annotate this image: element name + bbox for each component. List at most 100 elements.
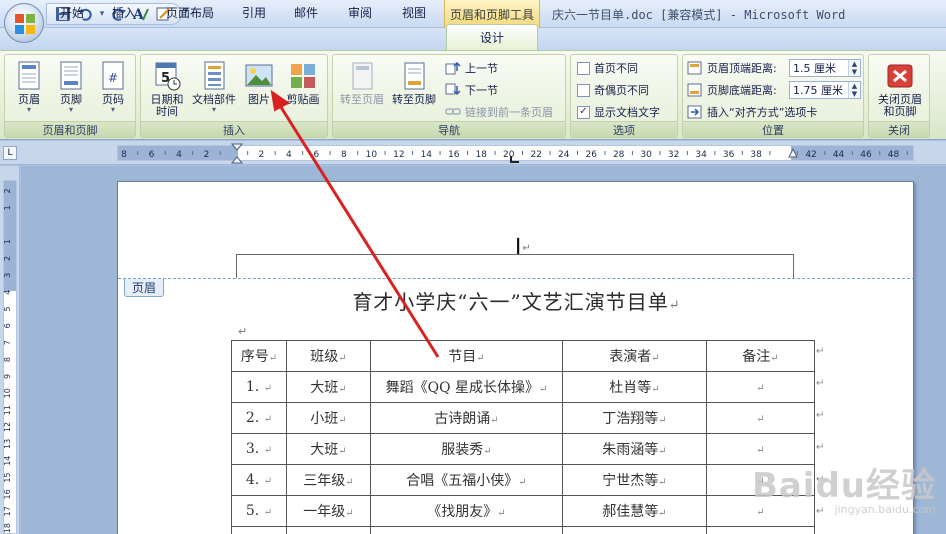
table-row: 4. ↵ 三年级↵ 合唱《五福小侠》↵ 宁世杰等↵ ↵ [231, 464, 815, 496]
header-button[interactable]: 页眉 ▾ [9, 60, 49, 120]
tab-review[interactable]: 审阅 [340, 2, 380, 22]
spin-down-icon[interactable]: ▼ [852, 68, 857, 76]
cell-performer[interactable]: 杜肖等↵ [562, 371, 707, 403]
cell-class[interactable]: 小班↵ [286, 402, 371, 434]
cell-number[interactable] [231, 526, 287, 534]
page-number-button[interactable]: # 页码 ▾ [93, 60, 133, 120]
cell-program[interactable]: 服装秀↵ [370, 433, 563, 465]
header-dropdown-icon: ▾ [26, 105, 31, 114]
cell-class[interactable]: 大班↵ [286, 433, 371, 465]
spin-up-icon[interactable]: ▲ [852, 82, 857, 90]
cell-performer[interactable]: 朱雨涵等↵ [562, 433, 707, 465]
tab-mailings[interactable]: 邮件 [286, 2, 326, 22]
tab-page-layout[interactable]: 页面布局 [158, 2, 222, 22]
tab-insert[interactable]: 插入 [104, 2, 144, 22]
cell-program[interactable] [370, 526, 563, 534]
vertical-ruler-track: 21123456789101112131415161718 [3, 180, 17, 534]
header-top-spin-arrows[interactable]: ▲ ▼ [848, 60, 860, 76]
cell-performer[interactable]: 宁世杰等↵ [562, 464, 707, 496]
document-parts-icon [204, 61, 225, 90]
header-top-spinner[interactable]: 1.5 厘米 ▲ ▼ [789, 59, 861, 77]
program-table[interactable]: 序号↵ 班级↵ 节目↵ 表演者↵ 备注↵ 1. ↵ 大班↵ 舞蹈《QQ 星成长体… [231, 340, 815, 534]
insert-picture-button[interactable]: 图片 [241, 60, 277, 120]
cell-number[interactable]: 3. ↵ [231, 433, 287, 465]
cell-performer[interactable]: 郝佳慧等↵ [562, 495, 707, 527]
cell-number[interactable]: 1. ↵ [231, 371, 287, 403]
different-odd-even-checkbox[interactable] [577, 83, 590, 97]
cell-class[interactable]: 三年级↵ [286, 464, 371, 496]
goto-footer-button[interactable]: 转至页脚 [389, 60, 439, 120]
alignment-tab-icon [687, 105, 702, 119]
cell-notes[interactable]: ↵ [706, 402, 815, 434]
cell-notes[interactable]: ↵ [706, 371, 815, 403]
column-header-notes[interactable]: 备注↵ [706, 340, 815, 372]
vertical-ruler-tick-label: 2 [4, 256, 12, 261]
cell-number[interactable]: 4. ↵ [231, 464, 287, 496]
indent-marker-icon[interactable] [231, 143, 243, 165]
tab-stop-marker-icon[interactable] [510, 155, 520, 163]
cell-program[interactable]: 《找朋友》↵ [370, 495, 563, 527]
cell-performer[interactable] [562, 526, 707, 534]
vertical-ruler-tick-label: 5 [4, 306, 12, 311]
goto-header-button[interactable]: 转至页眉 [337, 60, 387, 120]
ruler-tick-label: 4 [286, 150, 292, 160]
right-indent-marker-icon[interactable] [788, 147, 798, 163]
cell-class[interactable]: 大班↵ [286, 371, 371, 403]
footer-bottom-spin-arrows[interactable]: ▲ ▼ [848, 82, 860, 98]
next-section-button[interactable]: 下一节 [445, 81, 498, 99]
vertical-ruler[interactable]: 21123456789101112131415161718 [0, 166, 20, 534]
date-time-button[interactable]: 5 日期和 时间 [145, 60, 189, 120]
document-title[interactable]: 育才小学庆“六一”文艺汇演节目单↵ [118, 286, 915, 315]
ruler-tick-label: 22 [531, 150, 542, 160]
previous-section-button[interactable]: 上一节 [445, 59, 498, 77]
header-top-value[interactable]: 1.5 厘米 [793, 60, 836, 76]
tab-design[interactable]: 设计 [446, 24, 538, 50]
different-odd-even-option[interactable]: 奇偶页不同 [577, 81, 649, 99]
close-header-footer-label-2: 和页脚 [883, 105, 917, 118]
clip-art-button[interactable]: 剪贴画 [281, 60, 325, 120]
quick-parts-button[interactable]: 文档部件 ▾ [191, 60, 237, 120]
row-end-mark: ↵ [816, 410, 825, 421]
footer-bottom-value[interactable]: 1.75 厘米 [793, 82, 843, 98]
vertical-ruler-tick-label: 2 [4, 188, 12, 193]
ruler-tick-label: 8 [121, 150, 127, 160]
link-to-previous-label: 链接到前一条页眉 [465, 106, 553, 119]
watermark-brand: Baidu经验 [751, 466, 936, 506]
window-title: 庆六一节目单.doc [兼容模式] - Microsoft Word [552, 8, 846, 22]
column-header-class[interactable]: 班级↵ [286, 340, 371, 372]
different-first-page-checkbox[interactable] [577, 61, 590, 75]
cell-class[interactable]: 一年级↵ [286, 495, 371, 527]
tab-view[interactable]: 视图 [394, 2, 434, 22]
footer-bottom-distance: 页脚底端距离: [687, 81, 777, 99]
cell-program[interactable]: 舞蹈《QQ 星成长体操》↵ [370, 371, 563, 403]
header-cursor: ┃↵ [514, 239, 531, 255]
column-header-performer[interactable]: 表演者↵ [562, 340, 707, 372]
spin-down-icon[interactable]: ▼ [852, 90, 857, 98]
show-document-text-option[interactable]: ✓ 显示文档文字 [577, 103, 660, 121]
cell-performer[interactable]: 丁浩翔等↵ [562, 402, 707, 434]
horizontal-ruler[interactable]: L 8 6 4 2 2 4 6 8 10 12 14 16 18 20 22 24 26 28 30 32 34 36 38… [0, 141, 946, 165]
cell-notes[interactable] [706, 526, 815, 534]
cell-number[interactable]: 5. ↵ [231, 495, 287, 527]
different-first-page-option[interactable]: 首页不同 [577, 59, 638, 77]
tab-references[interactable]: 引用 [234, 2, 274, 22]
footer-button[interactable]: 页脚 ▾ [51, 60, 91, 120]
cell-program[interactable]: 合唱《五福小侠》↵ [370, 464, 563, 496]
spin-up-icon[interactable]: ▲ [852, 60, 857, 68]
cell-class[interactable] [286, 526, 371, 534]
insert-alignment-tab-button[interactable]: 插入“对齐方式”选项卡 [687, 103, 817, 121]
office-button[interactable] [4, 3, 44, 43]
column-header-program[interactable]: 节目↵ [370, 340, 563, 372]
link-to-previous-button[interactable]: 链接到前一条页眉 [445, 103, 553, 121]
show-document-text-checkbox[interactable]: ✓ [577, 105, 590, 119]
group-options: 首页不同 奇偶页不同 ✓ 显示文档文字 选项 [570, 54, 678, 138]
footer-bottom-spinner[interactable]: 1.75 厘米 ▲ ▼ [789, 81, 861, 99]
clip-art-icon [291, 64, 315, 88]
close-header-footer-button[interactable]: 关闭页眉 和页脚 [873, 60, 927, 120]
different-odd-even-label: 奇偶页不同 [594, 84, 649, 97]
tab-home[interactable]: 开始 [52, 2, 92, 22]
column-header-number[interactable]: 序号↵ [231, 340, 287, 372]
cell-program[interactable]: 古诗朗诵↵ [370, 402, 563, 434]
tab-selector-button[interactable]: L [3, 146, 17, 160]
cell-number[interactable]: 2. ↵ [231, 402, 287, 434]
